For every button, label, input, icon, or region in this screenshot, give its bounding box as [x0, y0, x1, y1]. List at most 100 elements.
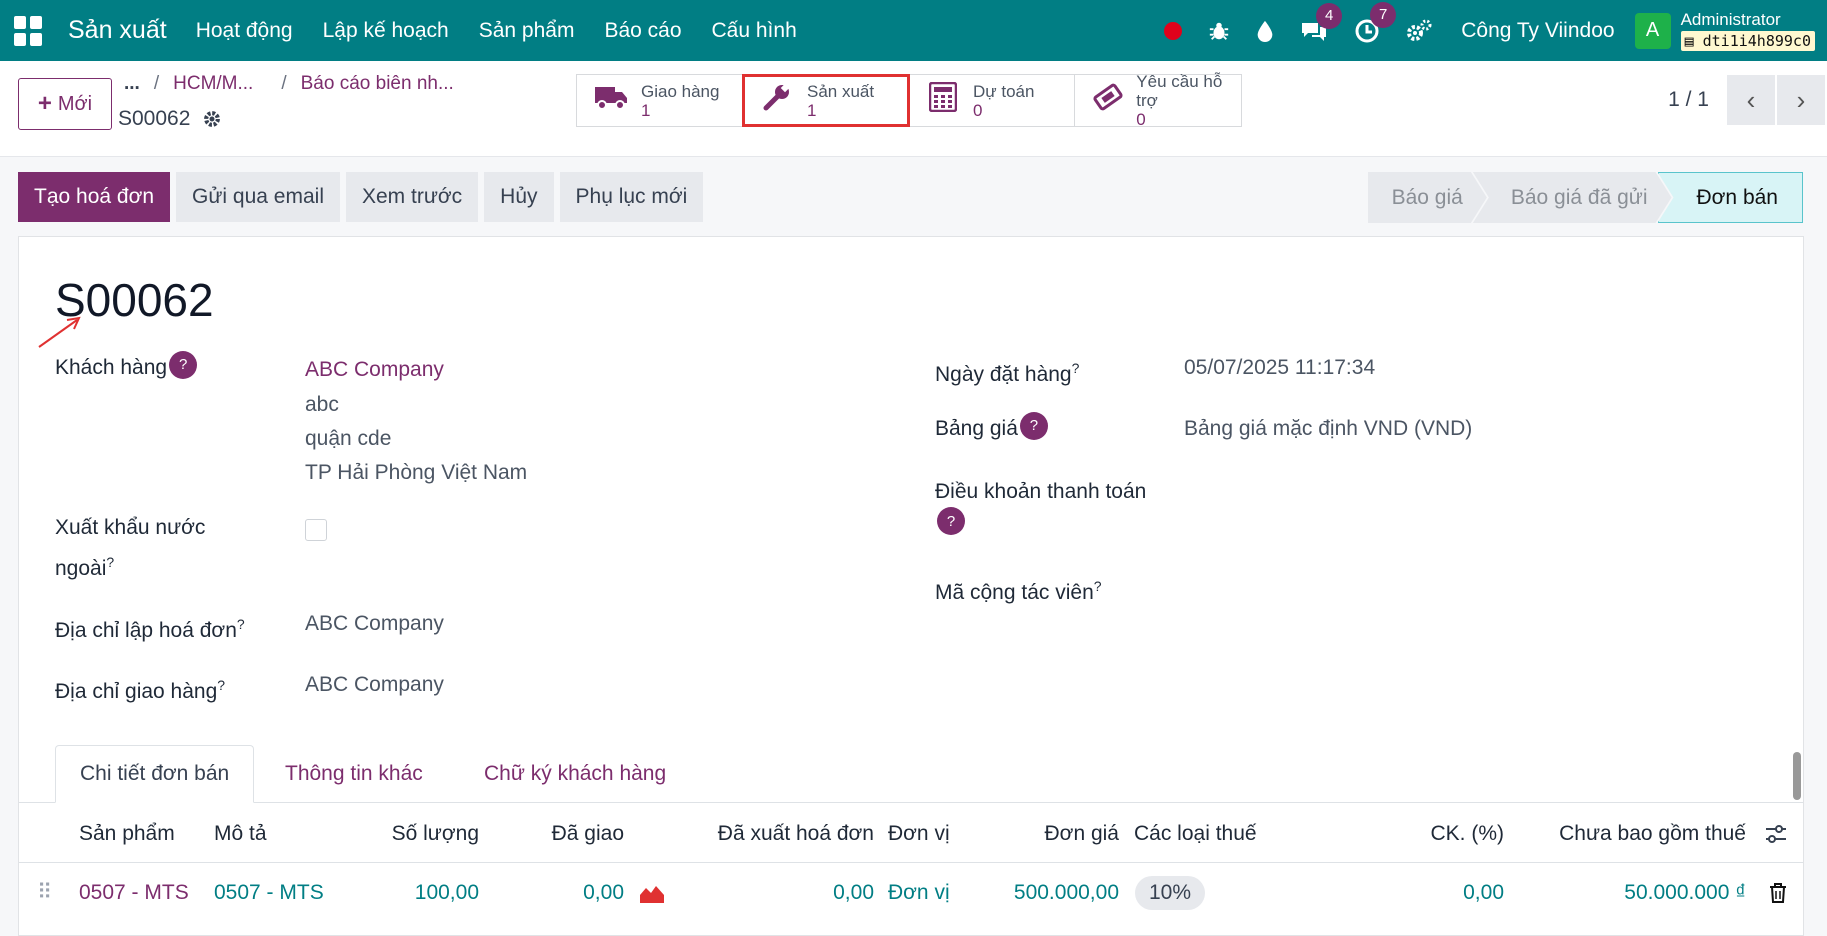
- truck-icon: [591, 83, 631, 118]
- column-header-discount[interactable]: CK. (%): [1379, 805, 1505, 863]
- cell-quantity[interactable]: 100,00: [359, 864, 479, 922]
- status-sales-order[interactable]: Đơn bán: [1657, 172, 1803, 223]
- menu-item-activities[interactable]: Hoạt động: [181, 19, 308, 43]
- tab-customer-signature[interactable]: Chữ ký khách hàng: [460, 745, 690, 803]
- breadcrumb-more[interactable]: ...: [124, 73, 140, 95]
- invoice-address-field[interactable]: ABC Company: [305, 607, 444, 641]
- send-email-button[interactable]: Gửi qua email: [176, 172, 340, 222]
- user-name: Administrator: [1680, 9, 1781, 29]
- status-quotation[interactable]: Báo giá: [1368, 172, 1487, 223]
- smart-button-estimate[interactable]: Dự toán 0: [909, 75, 1075, 126]
- column-header-uom[interactable]: Đơn vị: [888, 805, 950, 863]
- customer-label: Khách hàng?: [55, 351, 198, 385]
- activity-clock-icon[interactable]: 7: [1354, 1, 1397, 44]
- smart-button-label: Giao hàng: [641, 81, 720, 101]
- tab-order-lines[interactable]: Chi tiết đơn bán: [55, 745, 255, 803]
- gear-icon[interactable]: [202, 109, 222, 129]
- customer-address-line: abc: [305, 393, 339, 416]
- help-tooltip-mark[interactable]: ?: [237, 616, 245, 632]
- database-icon: ▤: [1684, 31, 1694, 50]
- menu-item-reporting[interactable]: Báo cáo: [589, 19, 696, 43]
- record-name-text: S00062: [118, 107, 191, 130]
- delete-trash-icon[interactable]: [1769, 864, 1787, 922]
- help-tooltip-mark[interactable]: ?: [217, 677, 225, 693]
- column-header-product[interactable]: Sản phẩm: [79, 805, 175, 863]
- delivery-address-field[interactable]: ABC Company: [305, 668, 444, 702]
- forecast-chart-icon[interactable]: [639, 864, 665, 922]
- control-panel: + Mới ... / HCM/M... / Báo cáo biên nh...…: [0, 61, 1827, 157]
- pager-next-icon[interactable]: ›: [1777, 75, 1825, 125]
- status-bar: Báo giá Báo giá đã gửi Đơn bán: [1368, 172, 1803, 223]
- menu-item-planning[interactable]: Lập kế hoạch: [308, 19, 464, 43]
- breadcrumb-separator: /: [153, 73, 160, 94]
- create-invoice-button[interactable]: Tạo hoá đơn: [18, 172, 171, 222]
- menu-item-configuration[interactable]: Cấu hình: [697, 19, 812, 43]
- column-header-invoiced[interactable]: Đã xuất hoá đơn: [679, 805, 874, 863]
- company-switcher[interactable]: Công Ty Viindoo: [1461, 19, 1614, 43]
- record-indicator-icon[interactable]: [1164, 21, 1183, 40]
- column-header-taxes[interactable]: Các loại thuế: [1134, 805, 1257, 863]
- app-title[interactable]: Sản xuất: [68, 16, 167, 45]
- drag-handle-icon[interactable]: ⠿: [37, 864, 52, 922]
- smart-button-delivery[interactable]: Giao hàng 1: [577, 75, 743, 126]
- user-avatar[interactable]: A: [1634, 12, 1671, 49]
- cell-uom[interactable]: Đơn vị: [888, 864, 950, 922]
- column-header-description[interactable]: Mô tả: [214, 805, 267, 863]
- settings-gears-icon[interactable]: [1406, 19, 1432, 43]
- order-date-field[interactable]: 05/07/2025 11:17:34: [1184, 351, 1375, 385]
- table-row[interactable]: ⠿ 0507 - MTS 0507 - MTS 100,00 0,00 0,00…: [19, 864, 1803, 922]
- cancel-button[interactable]: Hủy: [484, 172, 554, 222]
- customer-field[interactable]: ABC Company: [305, 353, 444, 387]
- pager: 1 / 1 ‹ ›: [1668, 75, 1827, 125]
- chat-badge: 4: [1316, 2, 1343, 29]
- optional-columns-sliders-icon[interactable]: [1764, 805, 1788, 863]
- help-icon[interactable]: ?: [1019, 412, 1048, 440]
- menu-item-products[interactable]: Sản phẩm: [464, 19, 590, 43]
- help-tooltip-mark[interactable]: ?: [1094, 578, 1102, 594]
- ticket-icon: [1089, 82, 1126, 119]
- partner-code-label: Mã cộng tác viên?: [935, 569, 1102, 610]
- breadcrumb-item-report[interactable]: Báo cáo biên nh...: [301, 73, 454, 95]
- invoice-address-label: Địa chỉ lập hoá đơn?: [55, 607, 245, 648]
- pager-value[interactable]: 1 / 1: [1668, 88, 1709, 112]
- help-icon[interactable]: ?: [937, 507, 965, 535]
- pricelist-field[interactable]: Bảng giá mặc định VND (VND): [1184, 412, 1472, 446]
- debug-bug-icon[interactable]: [1208, 20, 1230, 42]
- cell-unit-price[interactable]: 500.000,00: [979, 864, 1119, 922]
- export-checkbox[interactable]: [305, 519, 327, 541]
- pager-previous-icon[interactable]: ‹: [1727, 75, 1775, 125]
- status-quotation-sent[interactable]: Báo giá đã gửi: [1473, 172, 1672, 223]
- apps-menu-icon[interactable]: [14, 15, 44, 46]
- cell-invoiced[interactable]: 0,00: [679, 864, 874, 922]
- smart-button-manufacturing[interactable]: Sản xuất 1: [742, 74, 910, 127]
- user-menu[interactable]: Administrator ▤ dti1i4h899c0: [1680, 9, 1815, 51]
- smart-button-helpdesk[interactable]: Yêu cầu hỗ trợ 0: [1075, 72, 1241, 129]
- tab-other-info[interactable]: Thông tin khác: [261, 745, 447, 803]
- plus-icon: +: [37, 90, 52, 117]
- help-icon[interactable]: ?: [169, 351, 198, 379]
- new-record-button[interactable]: + Mới: [18, 78, 112, 130]
- help-tooltip-mark[interactable]: ?: [1072, 360, 1080, 376]
- scrollbar[interactable]: [1793, 752, 1801, 800]
- tax-tag[interactable]: 10%: [1135, 876, 1206, 910]
- help-tooltip-mark[interactable]: ?: [106, 554, 114, 570]
- pricelist-label: Bảng giá?: [935, 412, 1048, 446]
- cell-discount[interactable]: 0,00: [1379, 864, 1504, 922]
- top-navbar: Sản xuất Hoạt động Lập kế hoạch Sản phẩm…: [0, 0, 1827, 61]
- delivery-address-label-text: Địa chỉ giao hàng: [55, 680, 218, 703]
- cell-delivered[interactable]: 0,00: [509, 864, 624, 922]
- theme-drop-icon[interactable]: [1256, 20, 1274, 42]
- record-name: S00062: [118, 107, 222, 131]
- partner-code-label-text: Mã cộng tác viên: [935, 581, 1094, 604]
- cell-description[interactable]: 0507 - MTS: [214, 864, 324, 922]
- preview-button[interactable]: Xem trước: [345, 172, 479, 222]
- column-header-quantity[interactable]: Số lượng: [359, 805, 479, 863]
- chat-icon[interactable]: 4: [1300, 2, 1343, 43]
- column-header-subtotal[interactable]: Chưa bao gồm thuế: [1519, 805, 1746, 863]
- breadcrumb-separator: /: [281, 73, 287, 94]
- column-header-delivered[interactable]: Đã giao: [509, 805, 624, 863]
- new-addendum-button[interactable]: Phụ lục mới: [559, 172, 704, 222]
- column-header-unit-price[interactable]: Đơn giá: [979, 805, 1119, 863]
- breadcrumb-item-mo[interactable]: HCM/M...: [173, 73, 253, 95]
- cell-product[interactable]: 0507 - MTS: [79, 864, 189, 922]
